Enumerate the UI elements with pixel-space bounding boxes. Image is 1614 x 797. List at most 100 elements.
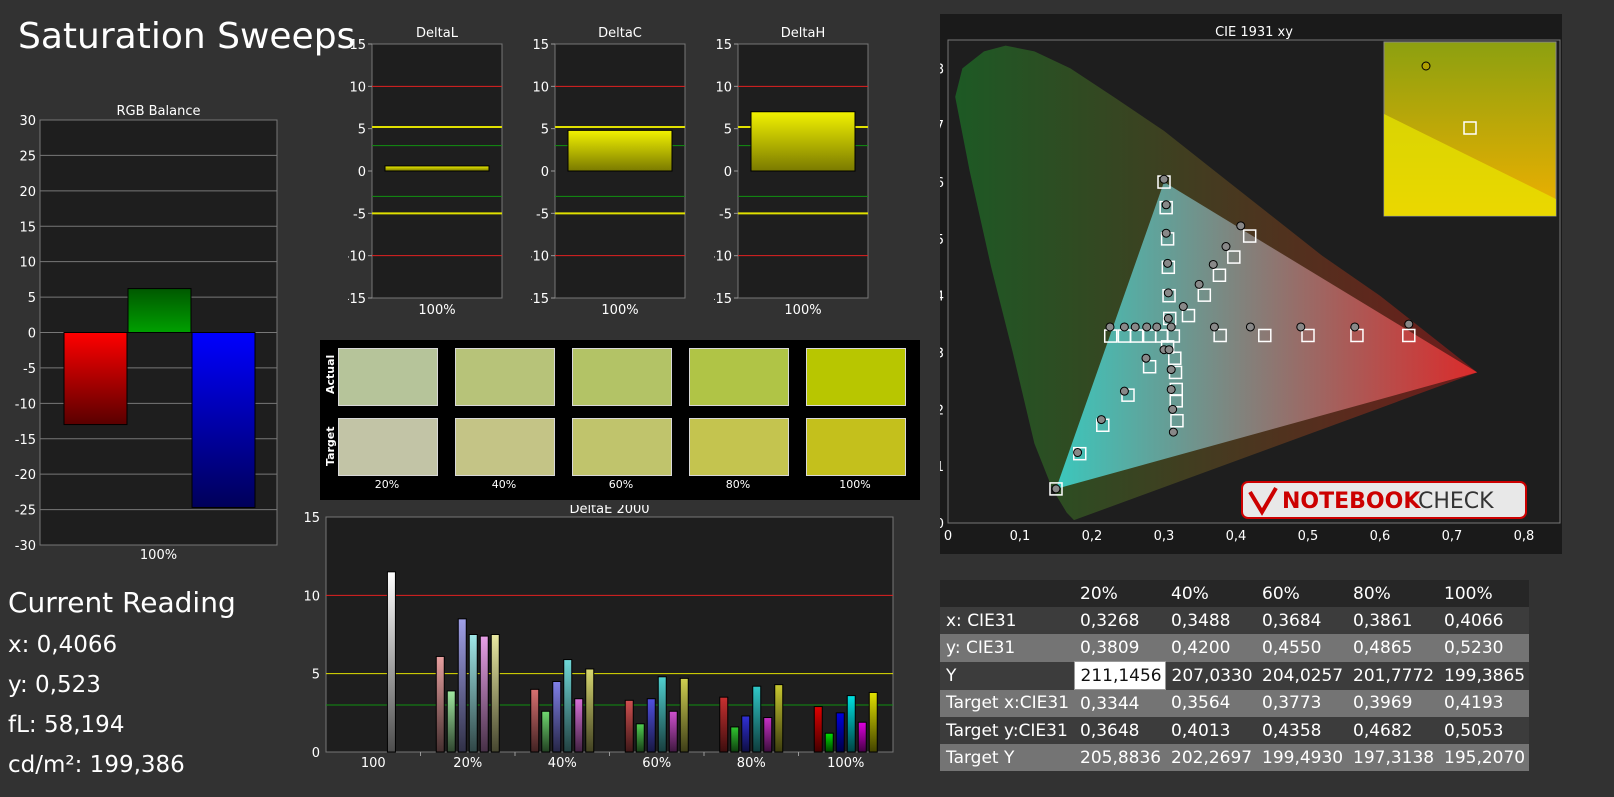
target-swatch [572, 418, 672, 476]
table-row: x: CIE31 0,3268 0,3488 0,3684 0,3861 0,4… [940, 607, 1529, 634]
y-tick-label: -5 [23, 362, 36, 377]
y-tick-label: -10 [348, 250, 366, 265]
delta-e-bar [585, 668, 595, 753]
measured-marker [1208, 259, 1218, 269]
y-tick-label: 0 [940, 517, 944, 532]
delta-e-bar [457, 618, 467, 753]
measured-marker [1096, 415, 1106, 425]
delta-e-bar [624, 699, 634, 753]
y-tick-label: 10 [532, 80, 549, 95]
table-cell: Target Y [940, 744, 1074, 771]
delta-e-bar [763, 717, 773, 753]
x-tick-label: 100% [140, 548, 177, 563]
delta-bar [384, 165, 490, 172]
delta-h-chart: DeltaH 15 10 5 0 -5 -10 -15 100% [714, 26, 869, 318]
table-cell: Y [940, 661, 1074, 690]
measured-marker [1404, 319, 1414, 329]
logo-text-notebook: NOTEBOOK [1282, 489, 1421, 514]
delta-e-bar [813, 706, 823, 753]
table-header-cell: 100% [1438, 580, 1529, 607]
measured-marker [1209, 322, 1219, 332]
delta-e-bar [446, 690, 456, 753]
table-cell: 0,3809 [1074, 634, 1165, 662]
x-tick-label: 100% [418, 303, 455, 318]
x-tick-label: 100% [784, 303, 821, 318]
table-cell: 205,8836 [1074, 744, 1165, 771]
measured-marker [1166, 384, 1176, 394]
table-cell: 195,2070 [1438, 744, 1529, 771]
y-tick-label: -15 [531, 292, 549, 307]
table-cell: 0,3344 [1074, 689, 1165, 717]
x-tick-label: 100% [601, 303, 638, 318]
measured-marker [1119, 322, 1129, 332]
measured-marker [1163, 258, 1173, 268]
y-tick-label: 0,8 [940, 62, 944, 77]
x-tick-label: 80% [737, 756, 766, 771]
y-tick-label: 15 [349, 38, 366, 53]
y-tick-label: 10 [715, 80, 732, 95]
table-cell: 0,3268 [1074, 607, 1165, 634]
table-header-cell: 80% [1347, 580, 1438, 607]
x-tick-label: 20% [453, 756, 482, 771]
y-tick-label: 15 [303, 511, 320, 526]
rgb-balance-chart: RGB Balance 30 25 20 15 10 5 0 -5 -10 -15 -20 -25 -30… [15, 104, 278, 563]
x-tick-label: 0,7 [1442, 529, 1463, 544]
table-cell: 0,4358 [1256, 717, 1347, 744]
y-tick-label: 10 [19, 256, 36, 271]
measured-marker [1163, 288, 1173, 298]
measured-marker [1168, 427, 1178, 437]
delta-e-bar [824, 732, 834, 753]
delta-e-bar [386, 571, 396, 753]
y-tick-label: 0 [724, 165, 732, 180]
logo-text-check: CHECK [1418, 489, 1494, 514]
y-tick-label: 0 [541, 165, 549, 180]
y-tick-label: 20 [19, 185, 36, 200]
delta-e-bar [563, 659, 573, 753]
delta-e-bar [741, 715, 751, 753]
y-tick-label: -10 [531, 250, 549, 265]
table-cell-selected[interactable]: 211,1456 [1073, 661, 1166, 690]
y-tick-label: -25 [15, 504, 36, 519]
x-tick-label: 0,8 [1514, 529, 1535, 544]
actual-swatch [689, 348, 789, 406]
y-tick-label: 15 [19, 220, 36, 235]
table-cell: 0,3861 [1347, 607, 1438, 634]
table-row: Target Y 205,8836 202,2697 199,4930 197,… [940, 744, 1529, 771]
swatch-row-label-actual: Actual [324, 354, 337, 394]
y-tick-label: 0,2 [940, 403, 944, 418]
table-cell: 0,3564 [1165, 689, 1256, 717]
measured-marker [1194, 279, 1204, 289]
table-cell: y: CIE31 [940, 634, 1074, 662]
swatch-label: 100% [839, 478, 871, 491]
chart-title: DeltaE 2000 [569, 505, 649, 517]
measured-marker [1163, 313, 1173, 323]
delta-e-bar [730, 726, 740, 753]
x-tick-label: 100% [827, 756, 864, 771]
chart-title: DeltaC [598, 26, 642, 41]
table-cell: Target y:CIE31 [940, 717, 1074, 744]
x-tick-label: 100 [361, 756, 386, 771]
reading-x: x: 0,4066 [8, 632, 118, 658]
delta-e-bar [857, 721, 867, 753]
target-swatch [455, 418, 555, 476]
delta-l-chart: DeltaL 15 10 5 0 -5 -10 -15 100% [348, 26, 503, 318]
rgb-bar [63, 332, 128, 426]
delta-bar [750, 111, 856, 172]
y-tick-label: -10 [15, 397, 36, 412]
table-cell: 0,3969 [1347, 689, 1438, 717]
table-cell: 199,3865 [1438, 661, 1529, 690]
table-cell: 0,3773 [1256, 689, 1347, 717]
measured-marker [1245, 322, 1255, 332]
delta-e-bar [752, 685, 762, 753]
y-tick-label: 15 [532, 38, 549, 53]
measured-marker [1166, 365, 1176, 375]
delta-e-bar [479, 635, 489, 753]
table-header-cell: 20% [1074, 580, 1165, 607]
table-cell: 197,3138 [1347, 744, 1438, 771]
y-tick-label: 0,6 [940, 176, 944, 191]
measured-marker [1221, 242, 1231, 252]
zoom-measured-marker [1421, 61, 1431, 71]
actual-swatch [455, 348, 555, 406]
swatch-label: 20% [374, 478, 400, 491]
table-cell: Target x:CIE31 [940, 689, 1074, 717]
